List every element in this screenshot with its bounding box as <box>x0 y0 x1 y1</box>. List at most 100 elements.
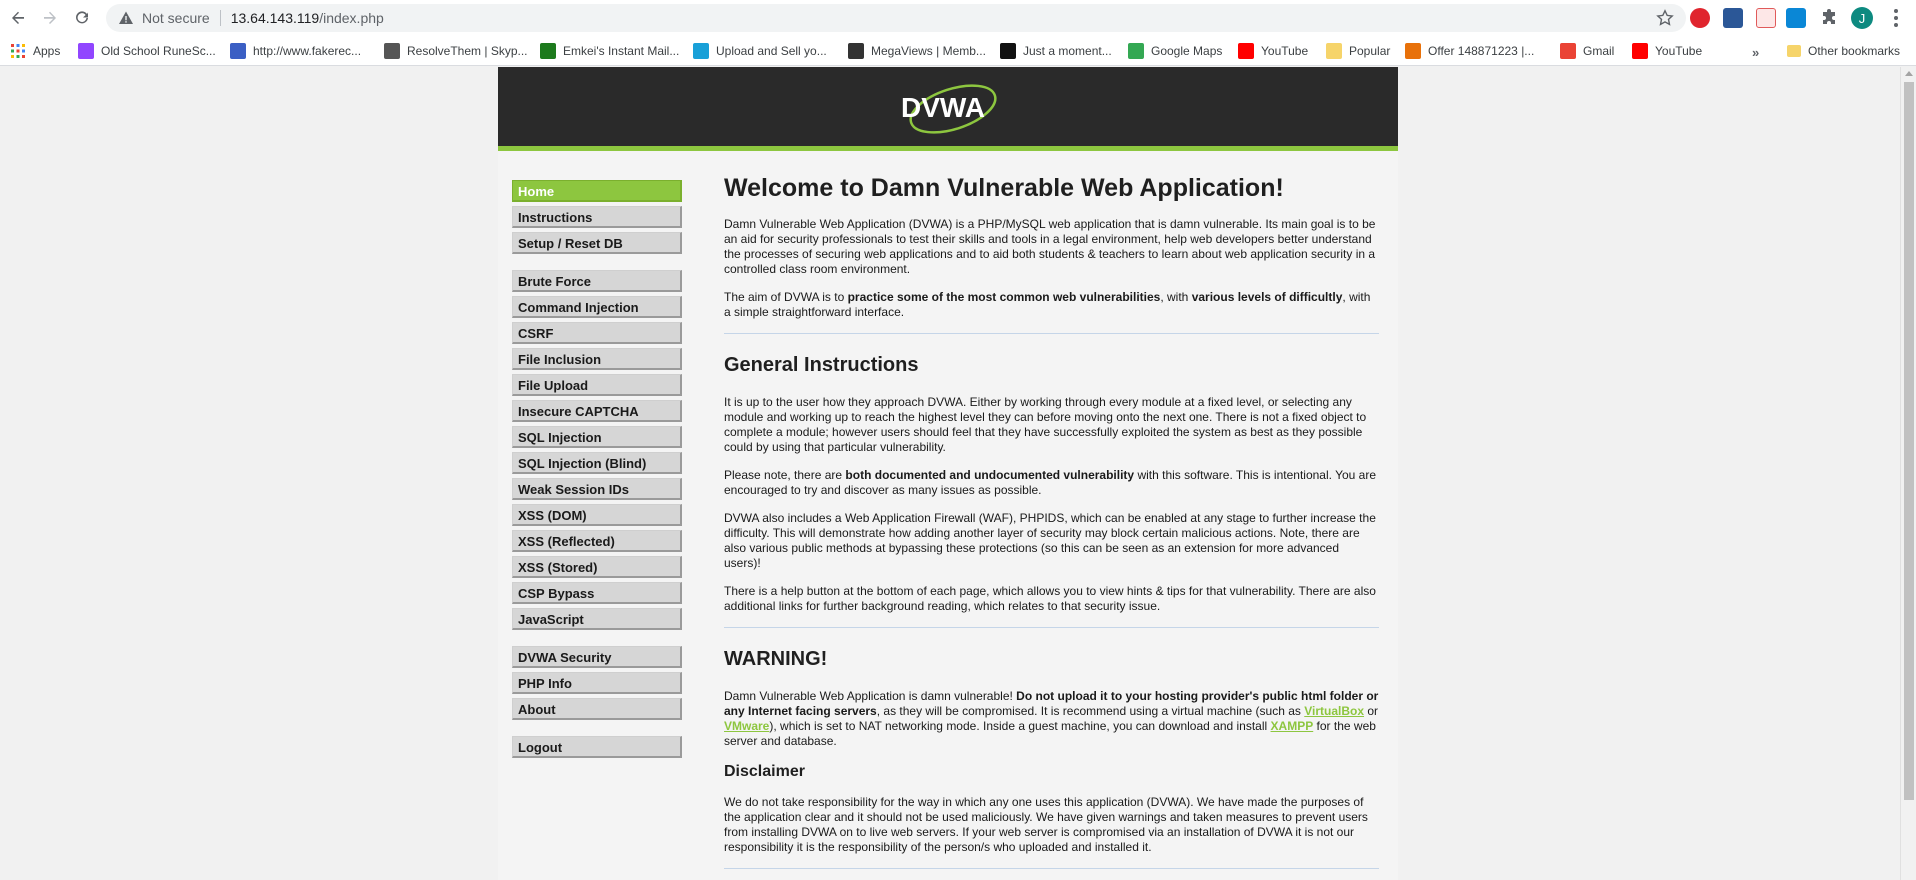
menu-item-home[interactable]: Home <box>512 180 682 202</box>
dvwa-container: DVWA Home Instructions Setup / Reset DB Bru… <box>498 67 1398 880</box>
bookmark-item[interactable]: YouTube <box>1238 42 1308 60</box>
bookmark-item[interactable]: Popular <box>1326 42 1390 60</box>
menu-item-brute-force[interactable]: Brute Force <box>512 270 682 292</box>
opera-extension-icon[interactable] <box>1690 8 1710 28</box>
reload-icon <box>76 11 88 24</box>
menu-item-logout[interactable]: Logout <box>512 736 682 758</box>
instructions-paragraph-1: It is up to the user how they approach D… <box>724 395 1367 454</box>
back-arrow-icon <box>12 11 24 24</box>
folder-icon <box>1787 45 1801 57</box>
menu-item-xss-stored[interactable]: XSS (Stored) <box>512 556 682 578</box>
back-button[interactable] <box>0 0 36 36</box>
bookmark-label: MegaViews | Memb... <box>871 44 986 58</box>
bookmark-label: Old School RuneSc... <box>101 44 216 58</box>
bookmark-label: Gmail <box>1583 44 1615 58</box>
page-title: Welcome to Damn Vulnerable Web Applicati… <box>724 174 1284 202</box>
url-text[interactable]: 13.64.143.119/index.php <box>231 10 384 26</box>
scrollbar-thumb[interactable] <box>1904 82 1914 800</box>
menu-item-xss-reflected[interactable]: XSS (Reflected) <box>512 530 682 552</box>
bookmark-item[interactable]: ResolveThem | Skyp... <box>384 42 528 60</box>
bookmark-item[interactable]: Gmail <box>1560 42 1614 60</box>
puzzle-extensions-icon[interactable] <box>1819 8 1839 28</box>
vmware-link[interactable]: VMware <box>724 719 769 733</box>
maps-icon <box>1128 43 1144 59</box>
disclaimer-paragraph: We do not take responsibility for the wa… <box>724 795 1368 854</box>
menu-item-xss-dom[interactable]: XSS (DOM) <box>512 504 682 526</box>
bookmark-label: Upload and Sell yo... <box>716 44 827 58</box>
bookmark-item[interactable]: Emkei's Instant Mail... <box>540 42 679 60</box>
warning-heading: WARNING! <box>724 648 828 670</box>
bookmark-label: YouTube <box>1261 44 1309 58</box>
menu-item-about[interactable]: About <box>512 698 682 720</box>
scroll-up-arrow-icon[interactable] <box>1905 71 1913 76</box>
menu-item-dvwa-security[interactable]: DVWA Security <box>512 646 682 668</box>
bookmarks-bar: Apps Old School RuneSc... http://www.fake… <box>0 36 1916 66</box>
section-divider <box>724 868 1379 869</box>
omnibox-divider <box>219 10 221 26</box>
address-bar[interactable]: Not secure 13.64.143.119/index.php <box>106 4 1686 32</box>
section-divider <box>724 627 1379 628</box>
terminal-icon <box>1000 43 1016 59</box>
not-secure-label[interactable]: Not secure <box>142 10 210 26</box>
general-instructions-heading: General Instructions <box>724 354 919 376</box>
bookmark-other[interactable]: Other bookmarks <box>1787 42 1900 60</box>
menu-item-setup-reset-db[interactable]: Setup / Reset DB <box>512 232 682 254</box>
instructions-paragraph-2: Please note, there are both documented a… <box>724 468 1377 497</box>
warning-icon <box>119 11 133 24</box>
url-path: /index.php <box>319 10 384 26</box>
page-scrollbar[interactable] <box>1900 67 1916 880</box>
menu-item-csp-bypass[interactable]: CSP Bypass <box>512 582 682 604</box>
menu-item-javascript[interactable]: JavaScript <box>512 608 682 630</box>
aim-paragraph: The aim of DVWA is to practice some of t… <box>724 290 1371 319</box>
menu-item-sql-injection-blind[interactable]: SQL Injection (Blind) <box>512 452 682 474</box>
bookmark-star-icon[interactable] <box>1656 9 1674 27</box>
folder-icon <box>1326 43 1342 59</box>
bookmark-label: Apps <box>33 44 61 58</box>
bookmark-label: Popular <box>1349 44 1391 58</box>
youtube-icon <box>1632 43 1648 59</box>
menu-item-file-inclusion[interactable]: File Inclusion <box>512 348 682 370</box>
menu-item-insecure-captcha[interactable]: Insecure CAPTCHA <box>512 400 682 422</box>
menu-item-file-upload[interactable]: File Upload <box>512 374 682 396</box>
bookmark-item[interactable]: Just a moment... <box>1000 42 1112 60</box>
menu-item-php-info[interactable]: PHP Info <box>512 672 682 694</box>
bookmark-item[interactable]: http://www.fakerec... <box>230 42 361 60</box>
bookmark-apps[interactable]: Apps <box>10 42 60 60</box>
menu-item-command-injection[interactable]: Command Injection <box>512 296 682 318</box>
bookmark-item[interactable]: Upload and Sell yo... <box>693 42 827 60</box>
library-extension-icon[interactable] <box>1723 8 1743 28</box>
youtube-icon <box>1238 43 1254 59</box>
xampp-link[interactable]: XAMPP <box>1271 719 1314 733</box>
bookmark-item[interactable]: Offer 148871223 |... <box>1405 42 1534 60</box>
browser-toolbar: Not secure 13.64.143.119/index.php J <box>0 0 1916 36</box>
bookmark-label: Emkei's Instant Mail... <box>563 44 680 58</box>
logo-text: DVWA <box>901 92 985 123</box>
main-content: Welcome to Damn Vulnerable Web Applicati… <box>724 162 1379 869</box>
instructions-paragraph-4: There is a help button at the bottom of … <box>724 584 1376 613</box>
bookmark-item[interactable]: YouTube <box>1632 42 1702 60</box>
disclaimer-heading: Disclaimer <box>724 763 805 780</box>
virtualbox-link[interactable]: VirtualBox <box>1304 704 1364 718</box>
menu-item-sql-injection[interactable]: SQL Injection <box>512 426 682 448</box>
menu-item-instructions[interactable]: Instructions <box>512 206 682 228</box>
profile-avatar[interactable]: J <box>1851 7 1873 29</box>
page-viewport: DVWA Home Instructions Setup / Reset DB Bru… <box>0 67 1916 880</box>
reload-button[interactable] <box>64 0 100 36</box>
apps-grid-icon <box>11 44 25 58</box>
bookmark-label: YouTube <box>1655 44 1703 58</box>
menu-item-csrf[interactable]: CSRF <box>512 322 682 344</box>
bookmark-item[interactable]: Old School RuneSc... <box>78 42 216 60</box>
bookmark-item[interactable]: Google Maps <box>1128 42 1222 60</box>
browser-menu-icon[interactable] <box>1886 8 1906 28</box>
dvwa-logo[interactable]: DVWA <box>893 77 1003 137</box>
bookmark-label: Offer 148871223 |... <box>1428 44 1535 58</box>
pdf-extension-icon[interactable] <box>1756 8 1776 28</box>
site-header: DVWA <box>498 67 1398 151</box>
skype-extension-icon[interactable] <box>1786 8 1806 28</box>
bookmark-item[interactable]: MegaViews | Memb... <box>848 42 986 60</box>
bookmarks-overflow-chevron[interactable]: » <box>1752 45 1759 60</box>
menu-group: Logout <box>512 736 682 758</box>
twitch-icon <box>78 43 94 59</box>
menu-item-weak-session-ids[interactable]: Weak Session IDs <box>512 478 682 500</box>
forward-button[interactable] <box>32 0 68 36</box>
